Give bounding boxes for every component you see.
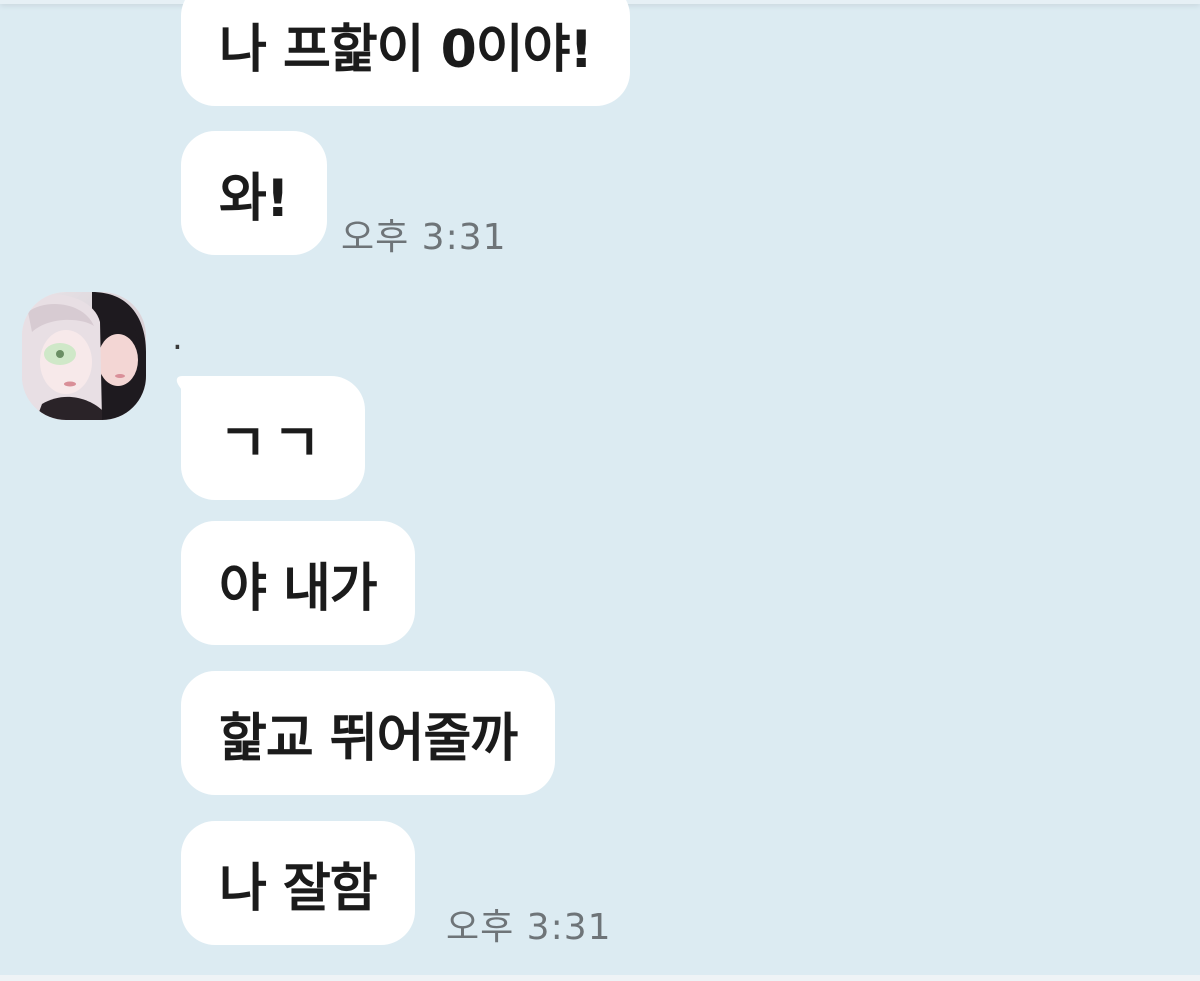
message-text: 와!	[219, 168, 290, 229]
message-bubble[interactable]: 야 내가	[181, 521, 415, 645]
message-text: 나 프핥이 0이야!	[219, 19, 593, 80]
message-text: ㄱㄱ	[219, 413, 327, 474]
input-bar-edge	[0, 975, 1200, 981]
message-bubble[interactable]: 핥교 뛰어줄까	[181, 671, 556, 795]
chat-view[interactable]: 나 프핥이 0이야! 와! 오후 3:31 . ㄱㄱ 야 내가 핥교 뛰어줄까 …	[0, 0, 1200, 981]
message-bubble[interactable]: ㄱㄱ	[181, 376, 365, 500]
message-text: 야 내가	[219, 558, 378, 619]
profile-photo-icon	[22, 292, 146, 420]
message-text: 핥교 뛰어줄까	[219, 708, 518, 769]
message-text: 나 잘함	[219, 858, 378, 919]
message-bubble[interactable]: 나 프핥이 0이야!	[181, 0, 631, 106]
message-bubble[interactable]: 나 잘함	[181, 821, 415, 945]
avatar[interactable]	[22, 292, 146, 420]
message-timestamp: 오후 3:31	[341, 217, 507, 258]
message-bubble[interactable]: 와!	[181, 131, 327, 255]
sender-name[interactable]: .	[172, 318, 183, 358]
message-timestamp: 오후 3:31	[446, 907, 612, 948]
